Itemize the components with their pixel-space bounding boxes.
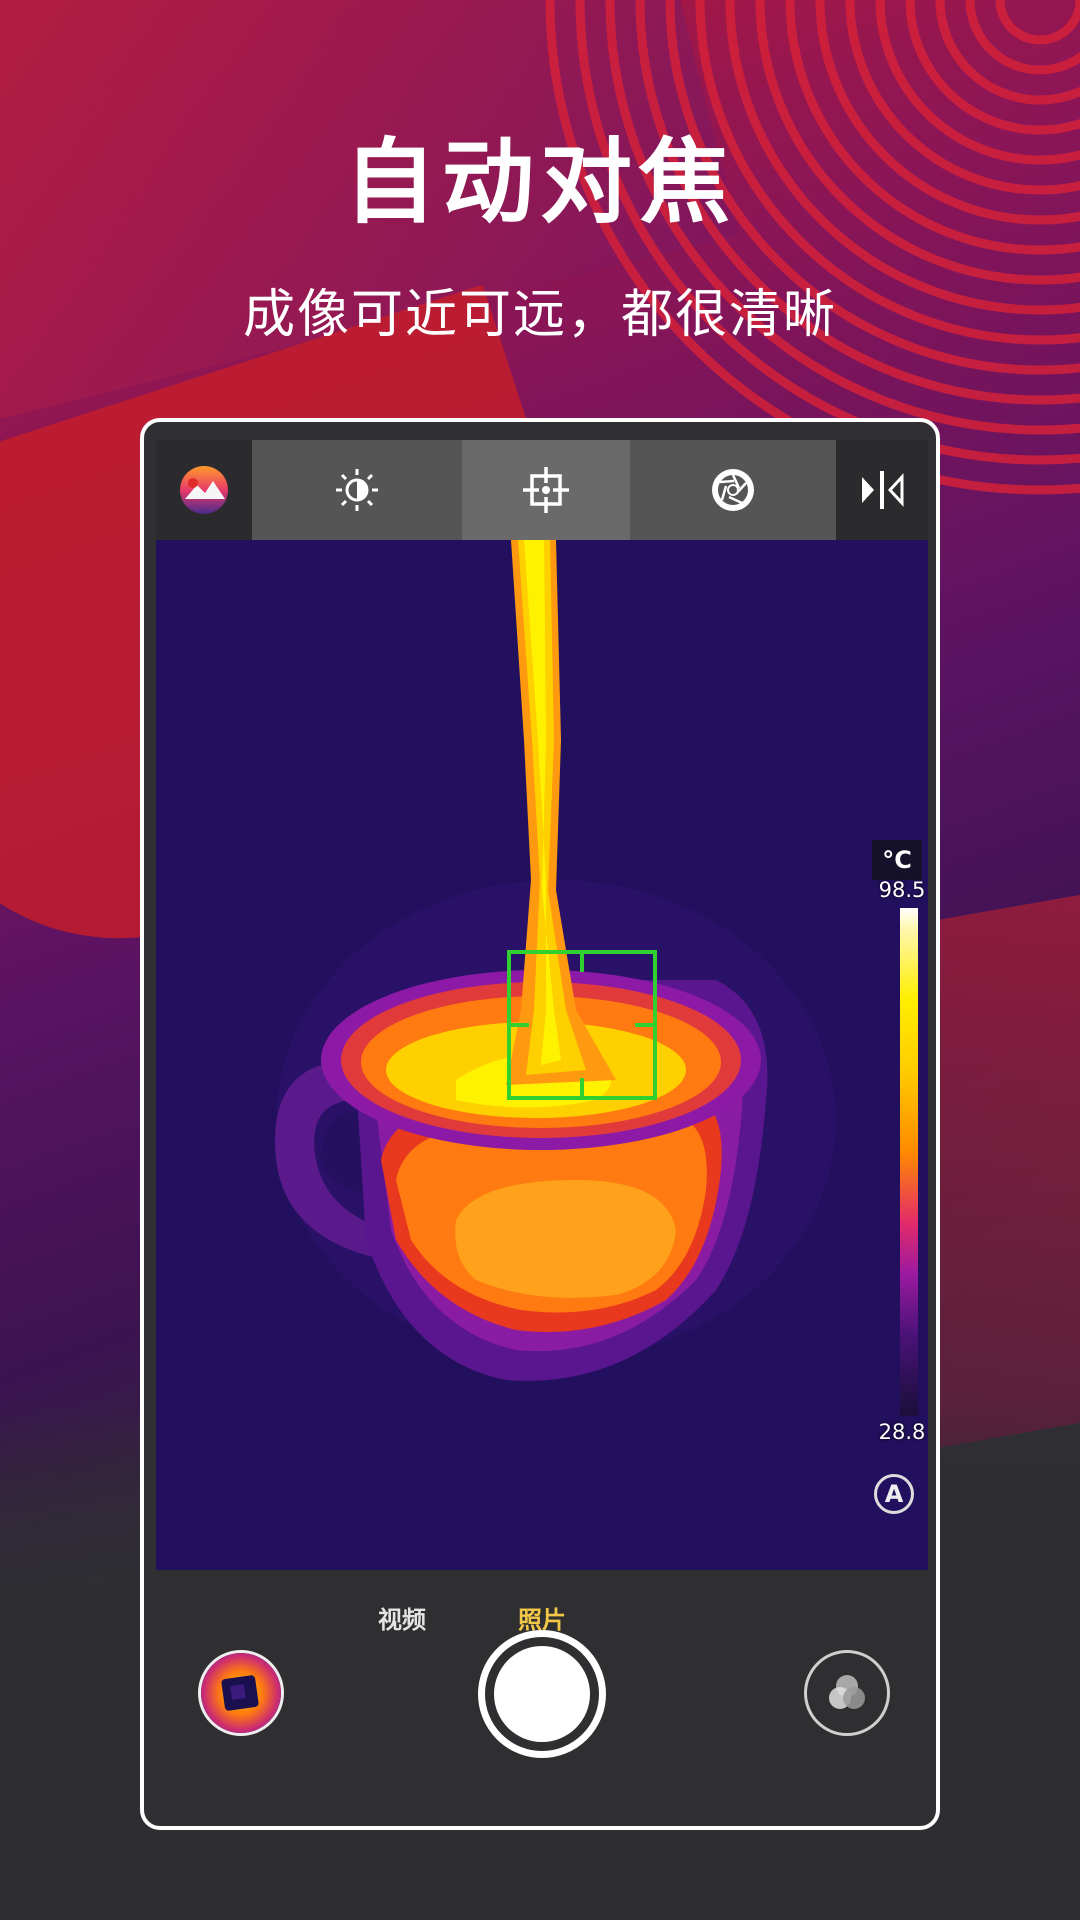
capture-button[interactable] (478, 1630, 606, 1758)
palette-icon (180, 466, 228, 514)
shutter-icon (712, 469, 754, 511)
mirror-button[interactable] (836, 440, 928, 540)
mode-video[interactable]: 视频 (378, 1600, 426, 1635)
focus-target-icon (523, 467, 569, 513)
camera-controls: 视频 照片 (156, 1570, 928, 1814)
color-filter-button[interactable] (804, 1650, 890, 1736)
shutter-button[interactable] (630, 440, 836, 540)
headline-title: 自动对焦 (343, 129, 736, 236)
brightness-icon (336, 469, 378, 511)
mirror-icon (862, 471, 904, 509)
thermal-image (156, 540, 928, 1570)
top-toolbar (156, 440, 928, 540)
last-photo-thumbnail[interactable] (198, 1650, 284, 1736)
temperature-color-bar (900, 908, 918, 1416)
auto-range-button[interactable]: A (874, 1474, 914, 1514)
brightness-button[interactable] (252, 440, 462, 540)
app-screen: °C 98.5 28.8 A 视频 照片 (156, 440, 928, 1814)
temperature-max: 98.5 (878, 878, 926, 902)
temperature-unit: °C (872, 840, 922, 880)
focus-button[interactable] (462, 440, 630, 540)
headline-subtitle: 成像可近可远，都很清晰 (242, 285, 837, 345)
palette-button[interactable] (156, 440, 252, 540)
phone-frame: °C 98.5 28.8 A 视频 照片 (140, 418, 940, 1830)
color-filter-icon (829, 1675, 865, 1709)
thumbnail-image (201, 1653, 281, 1733)
capture-button-inner (494, 1646, 590, 1742)
temperature-min: 28.8 (878, 1420, 926, 1444)
thermal-viewfinder[interactable]: °C 98.5 28.8 A (156, 540, 928, 1570)
